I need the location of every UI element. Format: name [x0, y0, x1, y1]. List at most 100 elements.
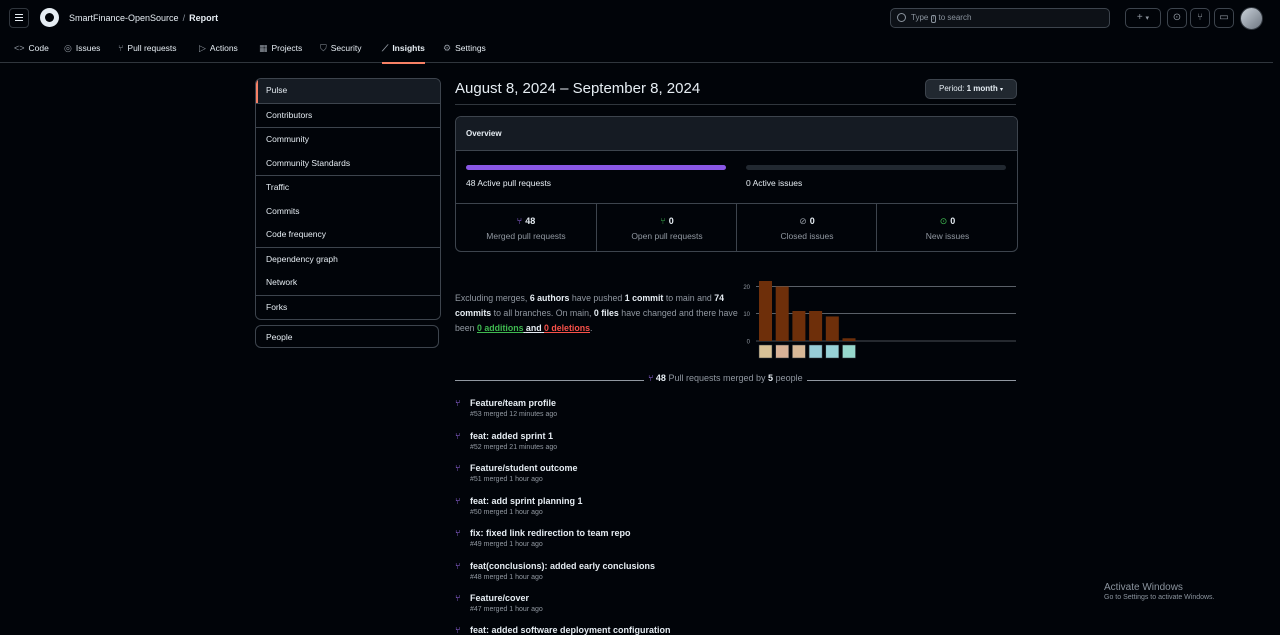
tab-security[interactable]: ⛉ Security [320, 40, 361, 62]
chart-y-tick-label: 0 [747, 340, 751, 346]
breadcrumb: SmartFinance-OpenSource / Report [69, 13, 218, 23]
pr-title-link[interactable]: feat: added software deployment configur… [470, 625, 671, 635]
sidebar-item-contributors[interactable]: Contributors [256, 102, 440, 127]
overview-stats: ⑂ 48 Merged pull requests ⑂ 0 Open pull requ… [456, 203, 1017, 251]
git-merge-icon: ⑂ [455, 561, 461, 571]
main-commit-count: 1 commit [624, 293, 664, 303]
pr-title-link[interactable]: Feature/team profile [470, 398, 556, 408]
tab-projects[interactable]: ▦ Projects [259, 40, 302, 62]
windows-activation-watermark: Activate Windows Go to Settings to activ… [1104, 582, 1215, 601]
files-changed-count: 0 files [593, 308, 619, 318]
divider [455, 104, 1016, 105]
tab-code[interactable]: <> Code [14, 40, 49, 62]
contributor-avatar [842, 344, 856, 359]
stat-closed-issues[interactable]: ⊘ 0 Closed issues [736, 204, 877, 251]
active-issues-label[interactable]: 0 Active issues [746, 178, 802, 188]
authors-count: 6 authors [529, 293, 570, 303]
git-merge-icon: ⑂ [455, 463, 461, 473]
stat-merged-prs[interactable]: ⑂ 48 Merged pull requests [456, 204, 596, 251]
git-merge-icon: ⑂ [455, 593, 461, 603]
github-logo-icon[interactable] [40, 8, 59, 27]
pr-meta: #52 merged 21 minutes ago [470, 444, 558, 451]
sidebar-item-traffic[interactable]: Traffic [256, 175, 440, 200]
pr-meta: #48 merged 1 hour ago [470, 574, 543, 581]
sidebar-item-people[interactable]: People [255, 325, 439, 348]
shield-icon: ⛉ [320, 43, 327, 53]
git-merge-icon: ⑂ [648, 373, 654, 383]
issue-opened-icon: ⊙ [1172, 12, 1182, 23]
search-icon [897, 13, 906, 22]
tab-issues[interactable]: ◎ Issues [64, 40, 100, 62]
period-select[interactable]: Period: 1 month ▾ [925, 79, 1017, 99]
contributor-avatar [758, 344, 773, 359]
pr-meta: #50 merged 1 hour ago [470, 509, 543, 516]
sidebar-item-pulse[interactable]: Pulse [256, 79, 440, 103]
git-pull-request-icon: ⑂ [1197, 12, 1203, 23]
pr-title-link[interactable]: fix: fixed link redirection to team repo [470, 528, 631, 538]
gear-icon: ⚙ [443, 43, 452, 53]
sidebar-item-code-frequency[interactable]: Code frequency [256, 223, 440, 247]
repo-name-link[interactable]: Report [189, 13, 218, 23]
sidebar-item-network[interactable]: Network [256, 271, 440, 295]
active-prs-progress [466, 165, 726, 170]
sidebar-item-dependency-graph[interactable]: Dependency graph [256, 246, 440, 271]
git-pull-request-icon: ⑂ [660, 216, 666, 226]
repo-owner-link[interactable]: SmartFinance-OpenSource [69, 13, 179, 23]
plus-icon: + [1136, 12, 1143, 23]
active-prs-label[interactable]: 48 Active pull requests [466, 178, 551, 188]
chevron-down-icon: ▾ [1145, 15, 1150, 22]
chart-bar [775, 286, 789, 341]
table-icon: ▦ [259, 43, 268, 53]
sidebar-item-community-standards[interactable]: Community Standards [256, 151, 440, 175]
commit-summary: Excluding merges, 6 authors have pushed … [455, 293, 738, 333]
pr-title-link[interactable]: feat: add sprint planning 1 [470, 496, 583, 506]
pr-title-link[interactable]: Feature/cover [470, 593, 529, 603]
menu-button[interactable] [9, 8, 29, 28]
chart-bar [842, 338, 856, 341]
git-merge-icon: ⑂ [455, 625, 461, 635]
active-issues-progress [746, 165, 1006, 170]
sidebar-item-community[interactable]: Community [256, 127, 440, 152]
pr-title-link[interactable]: feat: added sprint 1 [470, 431, 553, 441]
additions-deletions-link[interactable]: 0 additions and 0 deletions [477, 323, 590, 333]
contributor-avatar [775, 344, 789, 359]
sidebar-item-forks[interactable]: Forks [256, 294, 440, 319]
overview-panel: Overview 48 Active pull requests 0 Activ… [455, 116, 1018, 252]
play-icon: ▷ [199, 43, 206, 53]
pr-meta: #53 merged 12 minutes ago [470, 411, 558, 418]
git-merge-icon: ⑂ [455, 496, 461, 506]
scrollbar[interactable] [1273, 62, 1280, 635]
issues-button[interactable]: ⊙ [1167, 8, 1187, 28]
pull-requests-button[interactable]: ⑂ [1190, 8, 1210, 28]
pr-meta: #49 merged 1 hour ago [470, 541, 543, 548]
pr-title-link[interactable]: Feature/student outcome [470, 463, 578, 473]
tab-actions[interactable]: ▷ Actions [199, 40, 238, 62]
graph-icon: ⟋ [382, 43, 389, 53]
chart-bar [809, 311, 823, 341]
page-title: August 8, 2024 – September 8, 2024 [455, 80, 701, 97]
search-input[interactable]: Type / to search [890, 8, 1110, 28]
git-merge-icon: ⑂ [455, 431, 461, 441]
search-placeholder: Type / to search [911, 13, 972, 23]
contributor-avatar [808, 344, 823, 359]
pull-request-icon: ⑂ [118, 43, 124, 53]
contributor-avatar [792, 344, 806, 359]
user-avatar[interactable] [1240, 7, 1263, 30]
pr-meta: #51 merged 1 hour ago [470, 476, 543, 483]
pr-merged-summary: ⑂ 48 Pull requests merged by 5 people [644, 373, 807, 383]
tab-settings[interactable]: ⚙ Settings [443, 40, 486, 62]
issue-closed-icon: ⊘ [799, 216, 807, 226]
issue-opened-icon: ⊙ [939, 216, 948, 226]
stat-open-prs[interactable]: ⑂ 0 Open pull requests [596, 204, 737, 251]
pr-title-link[interactable]: feat(conclusions): added early conclusio… [470, 561, 655, 571]
global-header: SmartFinance-OpenSource / Report Type / to… [0, 0, 1280, 64]
contributor-avatar [825, 344, 840, 359]
stat-new-issues[interactable]: ⊙ 0 New issues [876, 204, 1017, 251]
notifications-button[interactable]: ▭ [1214, 8, 1234, 28]
tab-pull-requests[interactable]: ⑂ Pull requests [118, 40, 177, 62]
sidebar-item-commits[interactable]: Commits [256, 199, 440, 223]
inbox-icon: ▭ [1219, 12, 1229, 23]
create-new-button[interactable]: + ▾ [1125, 8, 1161, 28]
code-icon: <> [14, 43, 25, 53]
tab-insights[interactable]: ⟋ Insights [382, 40, 425, 64]
